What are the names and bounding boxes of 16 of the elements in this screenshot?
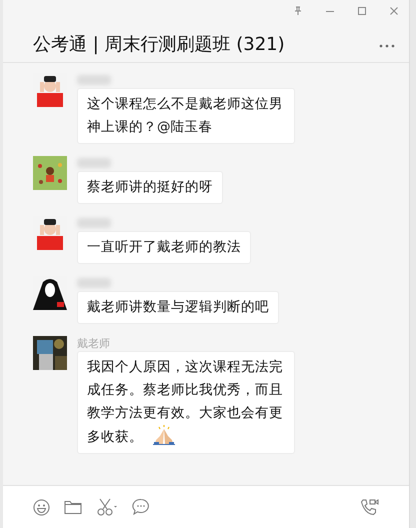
message-bubble: 一直听开了戴老师的教法 bbox=[77, 231, 251, 264]
maximize-icon[interactable] bbox=[357, 6, 367, 16]
more-icon[interactable] bbox=[379, 44, 395, 48]
phone-video-icon[interactable] bbox=[360, 498, 379, 516]
pin-icon[interactable] bbox=[293, 6, 303, 16]
sender-name: 戴老师 bbox=[77, 336, 111, 351]
close-icon[interactable] bbox=[389, 6, 399, 16]
message-bubble: 戴老师讲数量与逻辑判断的吧 bbox=[77, 291, 279, 324]
chat-bubble-icon[interactable] bbox=[132, 498, 150, 516]
scissors-icon[interactable] bbox=[96, 498, 118, 516]
emoji-icon[interactable] bbox=[33, 498, 50, 516]
message-bubble: 这个课程怎么不是戴老师这位男神上课的？@陆玉春 bbox=[77, 88, 295, 144]
message-bubble: 我因个人原因，这次课程无法完成任务。蔡老师比我优秀，而且教学方法更有效。大家也会有更多收获。 bbox=[77, 351, 295, 454]
message-bubble: 蔡老师讲的挺好的呀 bbox=[77, 171, 223, 204]
chat-title: 公考通 | 周末行测刷题班 (321) bbox=[33, 33, 285, 57]
folder-icon[interactable] bbox=[64, 500, 82, 514]
